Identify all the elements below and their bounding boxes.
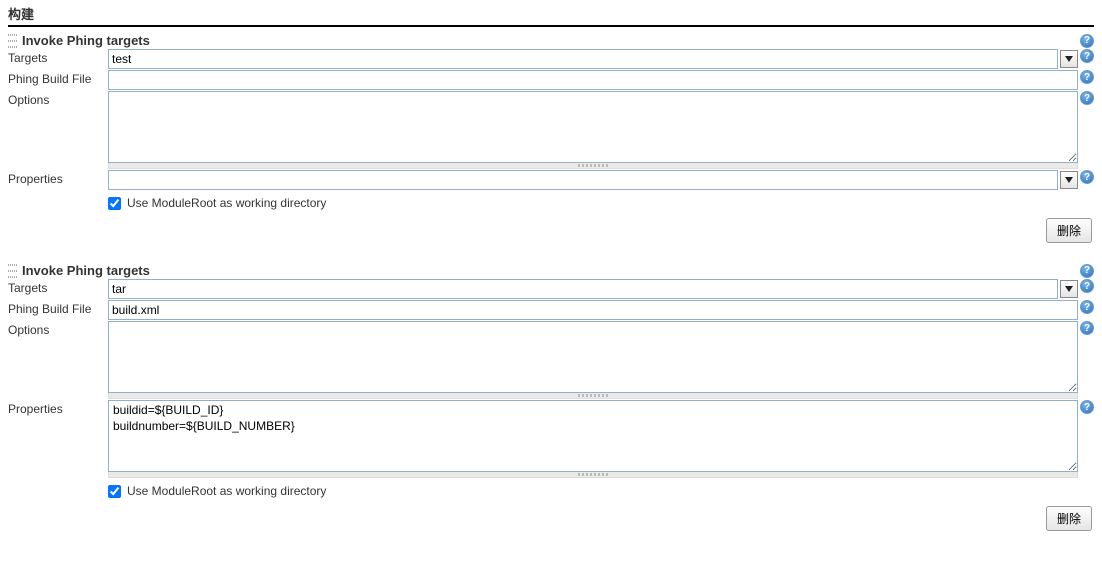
help-icon[interactable]: ? <box>1080 170 1094 184</box>
help-icon[interactable]: ? <box>1080 70 1094 84</box>
buildfile-label: Phing Build File <box>8 70 108 86</box>
phing-block: Invoke Phing targets ? Targets ? Phing B… <box>8 33 1094 243</box>
help-icon[interactable]: ? <box>1080 279 1094 293</box>
help-icon[interactable]: ? <box>1080 400 1094 414</box>
targets-label: Targets <box>8 49 108 65</box>
resize-handle[interactable] <box>108 393 1078 399</box>
block-title: Invoke Phing targets <box>22 263 1080 278</box>
help-icon[interactable]: ? <box>1080 34 1094 48</box>
usemoduleroot-checkbox[interactable] <box>108 485 121 498</box>
drag-handle-icon[interactable] <box>8 34 18 48</box>
section-heading: 构建 <box>8 4 1094 27</box>
block-title: Invoke Phing targets <box>22 33 1080 48</box>
properties-label: Properties <box>8 400 108 416</box>
drag-handle-icon[interactable] <box>8 264 18 278</box>
buildfile-input[interactable] <box>108 300 1078 320</box>
options-label: Options <box>8 91 108 107</box>
options-label: Options <box>8 321 108 337</box>
properties-dropdown-button[interactable] <box>1060 171 1078 189</box>
delete-button[interactable]: 删除 <box>1046 218 1092 243</box>
help-icon[interactable]: ? <box>1080 321 1094 335</box>
help-icon[interactable]: ? <box>1080 264 1094 278</box>
options-textarea[interactable] <box>108 321 1078 393</box>
phing-block: Invoke Phing targets ? Targets ? Phing B… <box>8 263 1094 531</box>
help-icon[interactable]: ? <box>1080 300 1094 314</box>
help-icon[interactable]: ? <box>1080 49 1094 63</box>
usemoduleroot-label: Use ModuleRoot as working directory <box>127 196 326 210</box>
targets-dropdown-button[interactable] <box>1060 50 1078 68</box>
properties-textarea[interactable] <box>108 400 1078 472</box>
help-icon[interactable]: ? <box>1080 91 1094 105</box>
targets-input[interactable] <box>108 49 1058 69</box>
delete-button[interactable]: 删除 <box>1046 506 1092 531</box>
usemoduleroot-checkbox[interactable] <box>108 197 121 210</box>
targets-label: Targets <box>8 279 108 295</box>
buildfile-label: Phing Build File <box>8 300 108 316</box>
options-textarea[interactable] <box>108 91 1078 163</box>
resize-handle[interactable] <box>108 163 1078 169</box>
properties-label: Properties <box>8 170 108 186</box>
usemoduleroot-label: Use ModuleRoot as working directory <box>127 484 326 498</box>
buildfile-input[interactable] <box>108 70 1078 90</box>
properties-input[interactable] <box>108 170 1058 190</box>
targets-dropdown-button[interactable] <box>1060 280 1078 298</box>
resize-handle[interactable] <box>108 472 1078 478</box>
targets-input[interactable] <box>108 279 1058 299</box>
